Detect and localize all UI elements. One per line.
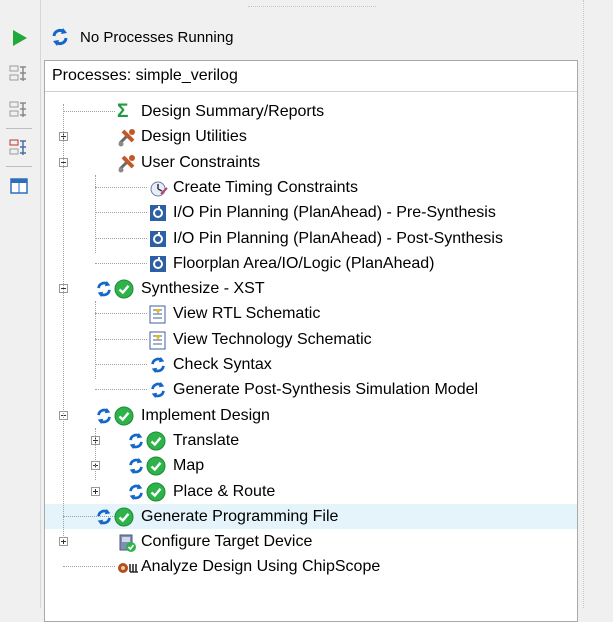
tree-item-label: View RTL Schematic (173, 305, 321, 323)
planahead-icon (149, 230, 167, 248)
planahead-icon (149, 204, 167, 222)
tools-icon (117, 128, 135, 147)
device-icon (117, 533, 136, 553)
chipscope-icon (117, 558, 138, 576)
tree-item[interactable]: Generate Post-Synthesis Simulation Model (45, 377, 577, 402)
tree-item[interactable]: Σ Design Summary/Reports (45, 99, 577, 124)
run-icon (149, 381, 167, 399)
play-icon[interactable] (8, 27, 30, 49)
tree-item[interactable]: Floorplan Area/IO/Logic (PlanAhead) (45, 251, 577, 276)
tree-item-label: View Technology Schematic (173, 330, 372, 348)
tree-item-label: I/O Pin Planning (PlanAhead) - Pre-Synth… (173, 204, 496, 222)
processes-panel: Processes: simple_verilog Σ Design Summa… (44, 60, 578, 622)
window-icon[interactable] (8, 175, 30, 197)
tree-item-label: Create Timing Constraints (173, 178, 358, 196)
tree-item-label: Generate Post-Synthesis Simulation Model (173, 381, 479, 399)
stop-run-icon[interactable] (8, 137, 30, 159)
tree-item[interactable]: View Technology Schematic (45, 327, 577, 352)
drag-grip[interactable] (248, 6, 376, 9)
run-icon (95, 406, 135, 426)
run-icon (127, 482, 167, 501)
panel-title: Processes: simple_verilog (45, 61, 577, 92)
rerun-all-icon[interactable] (8, 99, 30, 121)
tree-item-label: Implement Design (141, 406, 270, 424)
tree-item-label: Design Summary/Reports (141, 103, 325, 120)
tree-item[interactable]: Implement Design (45, 403, 577, 428)
tree-item-label: Generate Programming File (141, 507, 339, 525)
tree-item-label: Synthesize - XST (141, 280, 265, 298)
run-icon (95, 279, 135, 299)
expand-icon[interactable] (91, 486, 100, 496)
planahead-icon (149, 255, 167, 273)
tree-item-label: Floorplan Area/IO/Logic (PlanAhead) (173, 254, 435, 272)
tree-item-label: Translate (173, 431, 240, 449)
tree-item-label: Configure Target Device (141, 533, 313, 551)
tree-item[interactable]: View RTL Schematic (45, 301, 577, 326)
tree-item-label: Analyze Design Using ChipScope (141, 558, 381, 576)
tree-item[interactable]: Configure Target Device (45, 529, 577, 554)
tree-item[interactable]: Check Syntax (45, 352, 577, 377)
process-toolbar (0, 0, 41, 608)
tree-item-label: I/O Pin Planning (PlanAhead) - Post-Synt… (173, 229, 503, 247)
tree-item[interactable]: Create Timing Constraints (45, 175, 577, 200)
sigma-icon: Σ (117, 101, 129, 122)
tree-item[interactable]: Map (45, 453, 577, 478)
tree-item[interactable]: Generate Programming File (45, 503, 577, 529)
run-icon (149, 356, 167, 374)
tree-item[interactable]: I/O Pin Planning (PlanAhead) - Post-Synt… (45, 226, 577, 251)
tree-item[interactable]: Translate (45, 428, 577, 453)
schematic-icon (149, 305, 167, 324)
run-icon (127, 431, 167, 451)
tree-item[interactable]: User Constraints (45, 150, 577, 175)
status-text: No Processes Running (80, 28, 234, 46)
tree-item-label: Map (173, 457, 205, 475)
tree-item-label: Check Syntax (173, 356, 272, 373)
run-icon (127, 456, 167, 476)
tree-item-label: Place & Route (173, 482, 276, 500)
tree-item[interactable]: Synthesize - XST (45, 276, 577, 301)
refresh-icon (50, 27, 70, 47)
tree-item-label: User Constraints (141, 153, 261, 171)
schematic-icon (149, 331, 167, 350)
run-icon (95, 507, 135, 527)
tree-item[interactable]: Analyze Design Using ChipScope (45, 554, 577, 579)
tree-item[interactable]: Place & Route (45, 479, 577, 504)
tree-item[interactable]: Design Utilities (45, 124, 577, 149)
tools-icon (117, 154, 135, 173)
rerun-icon[interactable] (8, 63, 30, 85)
timing-constraints-icon (149, 179, 168, 197)
status-bar: No Processes Running (50, 26, 233, 48)
tree-item[interactable]: I/O Pin Planning (PlanAhead) - Pre-Synth… (45, 200, 577, 225)
tree-item-label: Design Utilities (141, 128, 247, 146)
